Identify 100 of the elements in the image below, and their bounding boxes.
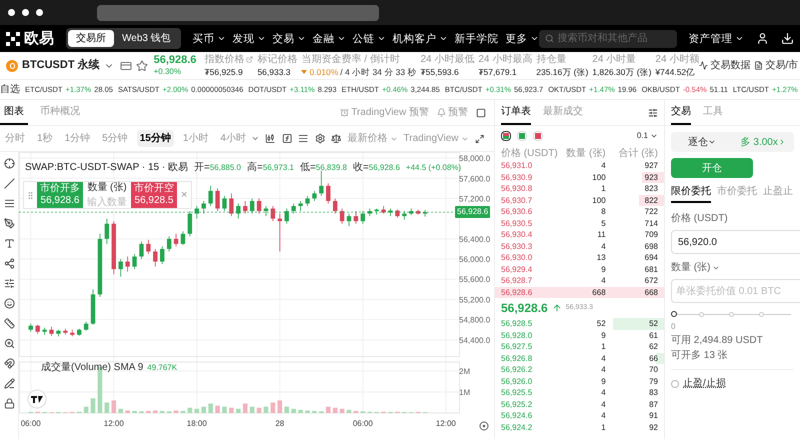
pencil-icon[interactable] bbox=[4, 378, 14, 389]
price-cell-text: 56,928.6 bbox=[501, 286, 534, 298]
order-book-row[interactable]: 56,928.0 9 61 bbox=[495, 330, 664, 341]
order-book-row[interactable]: 56,926.2 4 70 bbox=[495, 364, 664, 376]
order-book-row[interactable]: 56,930.6 8 722 bbox=[495, 206, 664, 218]
slider-track[interactable] bbox=[671, 311, 791, 317]
nav-menu-item[interactable]: 公链 bbox=[352, 32, 386, 46]
ruler-icon[interactable] bbox=[4, 318, 14, 329]
total-cell-text: 91 bbox=[648, 410, 658, 422]
nav-menu-item[interactable]: 买币 bbox=[192, 32, 226, 46]
order-book-tab[interactable]: 订单表 bbox=[501, 100, 531, 125]
user-icon[interactable] bbox=[756, 32, 769, 45]
settings-icon[interactable] bbox=[314, 133, 326, 144]
nav-menu-item[interactable]: 更多 bbox=[506, 32, 539, 46]
order-book-row[interactable]: 56,926.0 9 79 bbox=[495, 376, 664, 387]
margin-mode-select[interactable]: 逐仓 bbox=[671, 134, 732, 150]
slider-thumb[interactable] bbox=[671, 311, 677, 317]
header-link[interactable]: 交易数据 bbox=[699, 58, 750, 73]
order-book-row[interactable]: 56,930.9 100 923 bbox=[495, 172, 664, 183]
order-book-row[interactable]: 56,930.8 1 823 bbox=[495, 183, 664, 194]
tpsl-label[interactable]: 止盈/止损 bbox=[683, 376, 726, 391]
scale-icon[interactable] bbox=[331, 133, 342, 144]
amount-label[interactable]: 数量 (张) bbox=[671, 260, 794, 275]
external-link-icon[interactable] bbox=[246, 56, 254, 63]
market-sell-button[interactable]: 市价开空 56,928.5 bbox=[131, 182, 177, 208]
amount-input[interactable]: 单张委托价值 0.01 BTC bbox=[671, 279, 800, 303]
candle bbox=[42, 328, 47, 335]
volume-bar bbox=[160, 410, 164, 413]
address-bar[interactable] bbox=[97, 4, 379, 20]
candle bbox=[98, 234, 102, 297]
order-book-row[interactable]: 56,928.7 4 672 bbox=[495, 275, 664, 286]
order-book-row[interactable]: 56,925.5 4 83 bbox=[495, 387, 664, 398]
order-book-row[interactable]: 56,930.0 13 694 bbox=[495, 252, 664, 264]
zoom-in-icon[interactable] bbox=[4, 338, 14, 349]
favorites-label[interactable]: 自选 bbox=[0, 82, 20, 97]
nav-menu-item[interactable]: 金融 bbox=[312, 32, 346, 46]
order-book-row[interactable]: 56,925.2 4 87 bbox=[495, 398, 664, 410]
price-cell-text: 56,925.5 bbox=[501, 387, 534, 398]
mode-tab[interactable]: Web3 钱包 bbox=[114, 30, 179, 47]
chevron-down-icon[interactable] bbox=[250, 134, 260, 143]
header-link[interactable]: 交易/市 bbox=[754, 58, 798, 73]
order-book-row[interactable]: 56,930.3 4 698 bbox=[495, 240, 664, 252]
grip-icon[interactable] bbox=[26, 190, 35, 200]
text-icon[interactable] bbox=[4, 238, 14, 249]
candle bbox=[77, 328, 82, 336]
order-book-row[interactable]: 56,930.5 5 714 bbox=[495, 218, 664, 229]
candlestick-icon[interactable] bbox=[265, 133, 276, 144]
order-book-row[interactable]: 56,924.6 4 91 bbox=[495, 410, 664, 422]
total-cell-text: 668 bbox=[644, 286, 658, 298]
total-cell-text: 92 bbox=[648, 422, 658, 433]
instrument-symbol[interactable]: BTCUSDT 永续 bbox=[22, 57, 100, 74]
chart-tab[interactable]: 图表 bbox=[0, 100, 28, 125]
precision-select[interactable]: 0.1 bbox=[636, 130, 658, 142]
order-book-row[interactable]: 56,927.5 1 62 bbox=[495, 341, 664, 352]
pen-icon[interactable] bbox=[4, 218, 14, 229]
sliders-icon[interactable] bbox=[648, 108, 658, 118]
lock-icon[interactable] bbox=[4, 398, 14, 409]
price-input[interactable]: 56,920.0 bbox=[671, 230, 800, 254]
interval-tab[interactable]: 15分钟 bbox=[136, 130, 174, 147]
candle bbox=[84, 322, 88, 331]
order-book-row[interactable]: 56,931.0 4 927 bbox=[495, 160, 664, 172]
price-cell-text: 56,930.8 bbox=[501, 183, 534, 194]
order-book-row[interactable]: 56,928.5 52 52 bbox=[495, 318, 664, 330]
download-icon[interactable] bbox=[780, 32, 794, 45]
order-book-row[interactable]: 56,926.8 4 66 bbox=[495, 352, 664, 364]
candle bbox=[202, 200, 206, 214]
star-icon[interactable] bbox=[136, 60, 148, 72]
amount-input[interactable]: 输入数量 bbox=[83, 195, 131, 210]
search-field[interactable]: 搜索币对和其他产品 bbox=[538, 30, 677, 48]
nav-menu-item[interactable]: 发现 bbox=[232, 32, 266, 46]
nodes-icon[interactable] bbox=[4, 258, 14, 269]
candle bbox=[188, 211, 192, 236]
indicator-icon[interactable] bbox=[282, 133, 292, 144]
sliders-icon[interactable] bbox=[4, 278, 14, 289]
trade-tab[interactable]: 交易 bbox=[671, 100, 691, 125]
nav-menu-item[interactable]: 新手学院 bbox=[454, 32, 499, 46]
magnet-icon[interactable] bbox=[4, 358, 14, 369]
chevron-down-icon bbox=[216, 34, 226, 43]
mode-tab[interactable]: 交易所 bbox=[68, 30, 114, 47]
line-icon[interactable] bbox=[4, 178, 14, 189]
order-type-tab[interactable]: 限价委托 bbox=[671, 184, 711, 203]
lines-icon[interactable] bbox=[4, 198, 14, 209]
depth-view-icon[interactable] bbox=[501, 131, 511, 141]
list-icon[interactable] bbox=[298, 133, 309, 144]
order-book-row[interactable]: 56,924.2 1 92 bbox=[495, 422, 664, 433]
order-book-row[interactable]: 56,928.6 668 668 bbox=[495, 286, 664, 298]
square-icon[interactable] bbox=[476, 108, 486, 118]
expand-icon[interactable] bbox=[474, 134, 484, 144]
nav-menu-item[interactable]: 机构客户 bbox=[392, 32, 448, 46]
smile-icon[interactable] bbox=[4, 298, 14, 309]
order-book-row[interactable]: 56,930.4 11 709 bbox=[495, 229, 664, 240]
checkbox[interactable] bbox=[671, 380, 679, 388]
crosshair-icon[interactable] bbox=[4, 158, 14, 169]
nav-menu-item[interactable]: 资产管理 bbox=[688, 32, 744, 46]
order-book-row[interactable]: 56,929.4 9 681 bbox=[495, 264, 664, 275]
order-book-row[interactable]: 56,930.7 100 822 bbox=[495, 194, 664, 206]
card-icon[interactable] bbox=[120, 60, 132, 72]
nav-menu-item[interactable]: 交易 bbox=[272, 32, 306, 46]
amount-cell-text: 4 bbox=[600, 160, 606, 172]
settings-icon[interactable] bbox=[480, 422, 488, 430]
